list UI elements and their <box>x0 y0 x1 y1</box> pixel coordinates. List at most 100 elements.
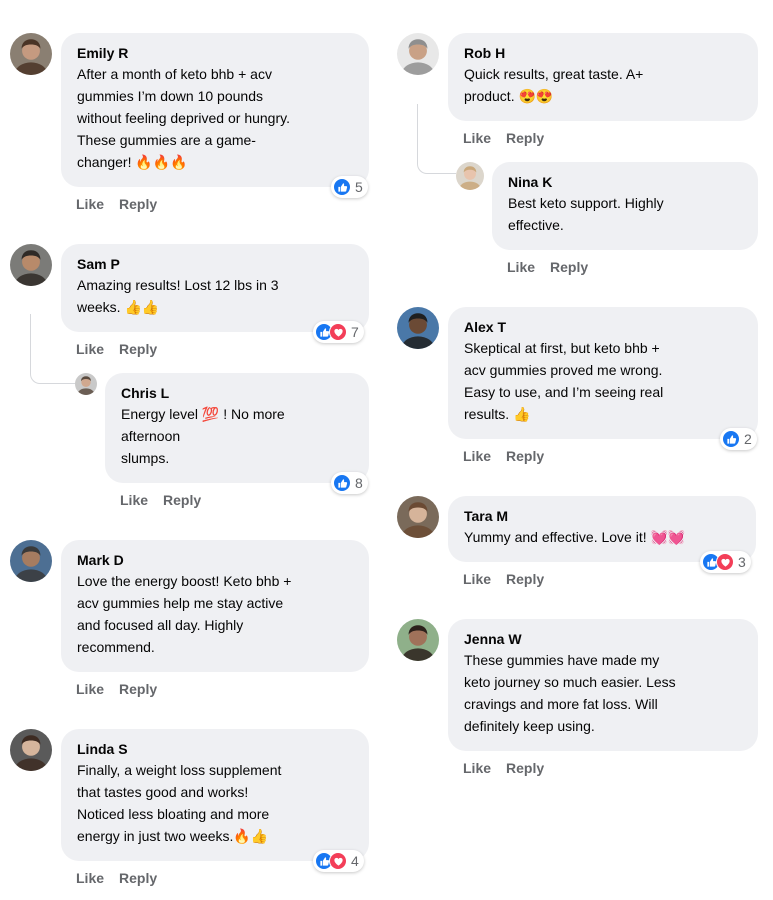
commenter-name[interactable]: Jenna W <box>464 629 742 649</box>
avatar[interactable] <box>397 619 439 661</box>
comment-text: Skeptical at first, but keto bhb + acv gu… <box>464 337 742 425</box>
comment-text-line: These gummies are a game- <box>77 132 256 148</box>
reaction-summary[interactable]: 7 <box>313 321 364 343</box>
reply-button[interactable]: Reply <box>506 448 544 464</box>
reaction-summary[interactable]: 3 <box>700 551 751 573</box>
comment-text-line: Easy to use, and I’m seeing real <box>464 384 664 400</box>
reaction-count: 7 <box>351 324 359 340</box>
comment-text: Quick results, great taste. A+ product. 😍… <box>464 63 742 107</box>
comment-text-line: and focused all day. Highly <box>77 617 244 633</box>
comment-bubble: Nina K Best keto support. Highly effective… <box>492 162 758 250</box>
reply-button[interactable]: Reply <box>119 341 157 357</box>
commenter-name[interactable]: Alex T <box>464 317 742 337</box>
commenter-name[interactable]: Chris L <box>121 383 353 403</box>
comment-text: After a month of keto bhb + acv gummies I… <box>77 63 353 173</box>
like-button[interactable]: Like <box>120 492 148 508</box>
avatar[interactable] <box>397 33 439 75</box>
love-reaction-icon <box>329 852 347 870</box>
comment-text-line: definitely keep using. <box>464 718 595 734</box>
reply-button[interactable]: Reply <box>119 870 157 886</box>
reply-button[interactable]: Reply <box>506 760 544 776</box>
comment-text-line: afternoon <box>121 428 181 444</box>
comment-bubble: Mark D Love the energy boost! Keto bhb + a… <box>61 540 369 672</box>
like-button[interactable]: Like <box>507 259 535 275</box>
like-reaction-icon <box>333 474 351 492</box>
comment-actions: Like Reply <box>76 681 172 697</box>
comment-text-line: weeks. 👍👍 <box>77 299 160 315</box>
comment-text-line: Skeptical at first, but keto bhb + <box>464 340 660 356</box>
comment-bubble: Chris L Energy level 💯 ! No more afternoon… <box>105 373 369 483</box>
like-button[interactable]: Like <box>76 196 104 212</box>
comment-text-line: results. 👍 <box>464 406 531 422</box>
reaction-summary[interactable]: 8 <box>331 472 368 494</box>
comment-bubble: Emily R After a month of keto bhb + acv gu… <box>61 33 369 187</box>
comment-text: Amazing results! Lost 12 lbs in 3 weeks. … <box>77 274 353 318</box>
like-button[interactable]: Like <box>463 571 491 587</box>
like-button[interactable]: Like <box>76 341 104 357</box>
reply-button[interactable]: Reply <box>119 196 157 212</box>
comment-actions: Like Reply <box>463 448 559 464</box>
reaction-count: 4 <box>351 853 359 869</box>
comment-actions: Like Reply <box>76 870 172 886</box>
like-button[interactable]: Like <box>463 760 491 776</box>
like-button[interactable]: Like <box>463 130 491 146</box>
like-button[interactable]: Like <box>463 448 491 464</box>
avatar[interactable] <box>10 540 52 582</box>
comment-text: Best keto support. Highly effective. <box>508 192 742 236</box>
comment-bubble: Jenna W These gummies have made my keto jo… <box>448 619 758 751</box>
comment-text: Finally, a weight loss supplement that ta… <box>77 759 353 847</box>
love-reaction-icon <box>329 323 347 341</box>
commenter-name[interactable]: Nina K <box>508 172 742 192</box>
comment-text-line: keto journey so much easier. Less <box>464 674 676 690</box>
comment-text: Energy level 💯 ! No more afternoon slumps. <box>121 403 353 469</box>
reply-button[interactable]: Reply <box>550 259 588 275</box>
comment-actions: Like Reply <box>76 196 172 212</box>
reaction-count: 2 <box>744 431 752 447</box>
comment-text: These gummies have made my keto journey s… <box>464 649 742 737</box>
avatar[interactable] <box>456 162 484 190</box>
comment-text-line: acv gummies help me stay active <box>77 595 284 611</box>
reaction-count: 3 <box>738 554 746 570</box>
comment-text-line: Finally, a weight loss supplement <box>77 762 282 778</box>
commenter-name[interactable]: Mark D <box>77 550 353 570</box>
commenter-name[interactable]: Sam P <box>77 254 353 274</box>
commenter-name[interactable]: Rob H <box>464 43 742 63</box>
comment-text-line: Best keto support. Highly <box>508 195 664 211</box>
comment-text-line: Energy level 💯 ! No more <box>121 406 285 422</box>
comment-text-line: gummies I’m down 10 pounds <box>77 88 263 104</box>
like-button[interactable]: Like <box>76 870 104 886</box>
comment-text-line: Love the energy boost! Keto bhb + <box>77 573 292 589</box>
avatar[interactable] <box>10 244 52 286</box>
reply-button[interactable]: Reply <box>163 492 201 508</box>
like-button[interactable]: Like <box>76 681 104 697</box>
commenter-name[interactable]: Linda S <box>77 739 353 759</box>
comment-actions: Like Reply <box>507 259 603 275</box>
comment-text: Love the energy boost! Keto bhb + acv gum… <box>77 570 353 658</box>
commenter-name[interactable]: Emily R <box>77 43 353 63</box>
comment-text-line: These gummies have made my <box>464 652 660 668</box>
comment-text-line: Yummy and effective. Love it! 💓💓 <box>464 529 686 545</box>
reply-button[interactable]: Reply <box>506 130 544 146</box>
like-reaction-icon <box>722 430 740 448</box>
avatar[interactable] <box>10 729 52 771</box>
avatar[interactable] <box>75 373 97 395</box>
comment-text-line: slumps. <box>121 450 170 466</box>
reply-thread-line <box>417 104 456 174</box>
like-reaction-icon <box>333 178 351 196</box>
comment-actions: Like Reply <box>463 130 559 146</box>
comment-text-line: cravings and more fat loss. Will <box>464 696 658 712</box>
commenter-name[interactable]: Tara M <box>464 506 740 526</box>
reaction-summary[interactable]: 2 <box>720 428 757 450</box>
comment-text: Yummy and effective. Love it! 💓💓 <box>464 526 740 548</box>
avatar[interactable] <box>10 33 52 75</box>
comment-text-line: Noticed less bloating and more <box>77 806 270 822</box>
reaction-summary[interactable]: 4 <box>313 850 364 872</box>
love-reaction-icon <box>716 553 734 571</box>
reply-button[interactable]: Reply <box>506 571 544 587</box>
comment-text-line: energy in just two weeks.🔥👍 <box>77 828 269 844</box>
avatar[interactable] <box>397 496 439 538</box>
reaction-summary[interactable]: 5 <box>331 176 368 198</box>
reply-button[interactable]: Reply <box>119 681 157 697</box>
reaction-count: 5 <box>355 179 363 195</box>
avatar[interactable] <box>397 307 439 349</box>
